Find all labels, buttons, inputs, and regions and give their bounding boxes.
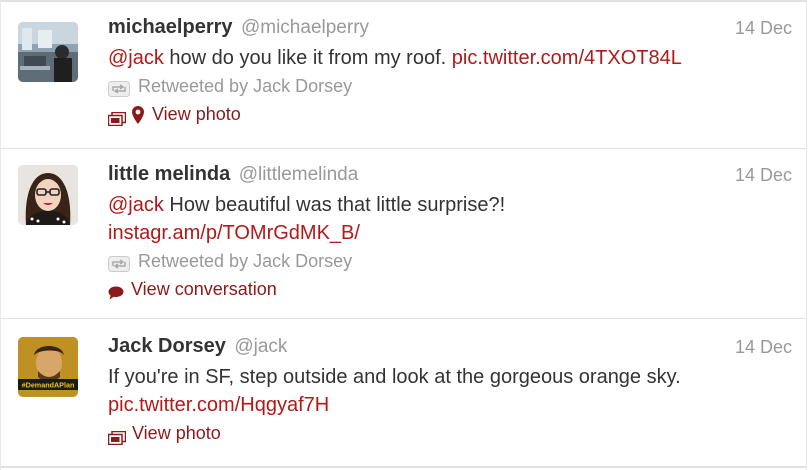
retweet-icon (108, 77, 130, 98)
view-photo-action[interactable]: View photo (107, 419, 792, 447)
retweet-label[interactable]: Retweeted by Jack Dorsey (138, 76, 352, 96)
username[interactable]: @littlemelinda (239, 164, 359, 185)
timestamp[interactable]: 14 Dec (735, 165, 792, 186)
avatar-banner-text: #DemandAPlan (22, 381, 75, 390)
fullname[interactable]: michaelperry (108, 16, 233, 38)
fullname[interactable]: Jack Dorsey (108, 335, 226, 357)
speech-bubble-icon (108, 280, 124, 300)
tweet-header: little melinda @littlemelinda 14 Dec (108, 163, 792, 191)
retweet-context: Retweeted by Jack Dorsey (108, 72, 792, 100)
pic-link[interactable]: pic.twitter.com/4TXOT84L (452, 47, 682, 69)
avatar[interactable] (18, 165, 78, 225)
tweet-text: If you're in SF, step outside and look a… (108, 363, 792, 419)
view-photo-label[interactable]: View photo (132, 423, 221, 443)
mention-link[interactable]: @jack (108, 47, 164, 69)
fullname[interactable]: little melinda (108, 163, 230, 185)
retweet-label[interactable]: Retweeted by Jack Dorsey (138, 251, 352, 271)
tweet-item[interactable]: #DemandAPlan Jack Dorsey @jack 14 Dec If… (1, 318, 806, 468)
pic-link[interactable]: pic.twitter.com/Hqgyaf7H (108, 394, 329, 416)
tweet-header: michaelperry @michaelperry 14 Dec (108, 16, 792, 44)
timeline: michaelperry @michaelperry 14 Dec @jack … (0, 0, 807, 470)
username[interactable]: @jack (234, 336, 287, 357)
tweet-header: Jack Dorsey @jack 14 Dec (108, 335, 792, 363)
tweet-text: @jack How beautiful was that little surp… (108, 191, 792, 247)
view-conversation-action[interactable]: View conversation (108, 275, 792, 303)
retweet-context: Retweeted by Jack Dorsey (108, 247, 792, 275)
avatar[interactable] (18, 22, 78, 82)
mention-link[interactable]: @jack (108, 194, 164, 216)
photo-icon (107, 106, 127, 127)
location-pin-icon (132, 104, 144, 125)
view-conversation-label[interactable]: View conversation (131, 279, 277, 299)
tweet-item[interactable]: michaelperry @michaelperry 14 Dec @jack … (1, 0, 806, 148)
username[interactable]: @michaelperry (241, 17, 369, 38)
tweet-body: If you're in SF, step outside and look a… (108, 366, 681, 388)
timestamp[interactable]: 14 Dec (735, 337, 792, 358)
view-photo-label[interactable]: View photo (152, 104, 241, 124)
tweet-item[interactable]: little melinda @littlemelinda 14 Dec @ja… (1, 148, 806, 318)
tweet-body: How beautiful was that little surprise?! (163, 194, 506, 216)
photo-icon (107, 425, 127, 446)
instagram-link[interactable]: instagr.am/p/TOMrGdMK_B/ (108, 222, 360, 244)
tweet-text: @jack how do you like it from my roof. p… (108, 44, 792, 72)
view-photo-action[interactable]: View photo (107, 100, 792, 128)
tweet-body: how do you like it from my roof. (163, 47, 452, 69)
timestamp[interactable]: 14 Dec (735, 18, 792, 39)
retweet-icon (108, 252, 130, 273)
avatar[interactable]: #DemandAPlan (18, 337, 78, 397)
